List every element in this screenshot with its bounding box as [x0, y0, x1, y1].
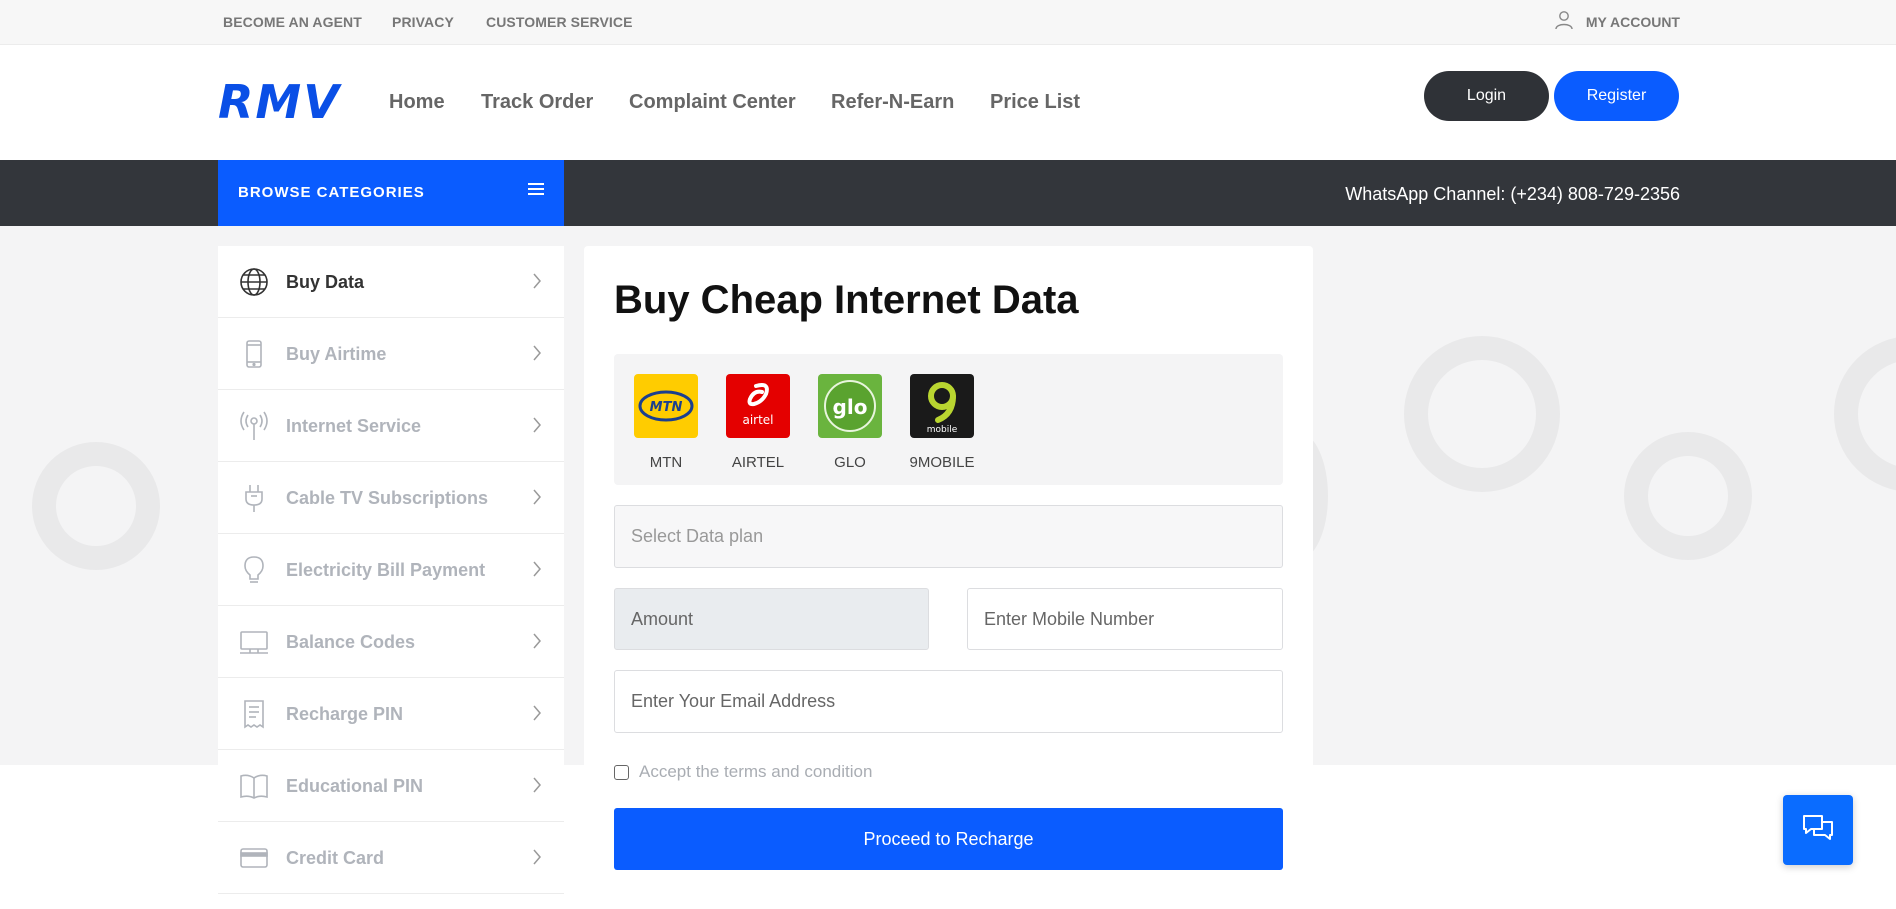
email-field[interactable] — [614, 670, 1283, 733]
top-utility-bar: BECOME AN AGENT PRIVACY CUSTOMER SERVICE… — [0, 0, 1896, 45]
chevron-right-icon — [532, 849, 542, 870]
terms-row: Accept the terms and condition — [614, 762, 872, 782]
glo-logo: glo — [818, 374, 882, 438]
sidebar-item-label: Buy Data — [286, 272, 365, 292]
nav-price-list[interactable]: Price List — [990, 91, 1080, 114]
become-agent-link[interactable]: BECOME AN AGENT — [223, 14, 362, 30]
page-title: Buy Cheap Internet Data — [614, 278, 1079, 322]
sidebar-item-label: Educational PIN — [286, 776, 424, 796]
credit-card-icon — [238, 842, 270, 874]
network-label: MTN — [649, 454, 683, 471]
whatsapp-channel[interactable]: WhatsApp Channel: (+234) 808-729-2356 — [1345, 184, 1680, 205]
chevron-right-icon — [532, 273, 542, 294]
sidebar-item-buy-airtime[interactable]: Buy Airtime — [218, 318, 564, 390]
network-option-mtn[interactable]: MTN MTN — [634, 374, 698, 471]
sidebar-item-buy-data[interactable]: Buy Data — [218, 246, 564, 318]
buy-data-card: Buy Cheap Internet Data MTN MTN airtel A… — [584, 246, 1313, 909]
receipt-icon — [238, 698, 270, 730]
sidebar-item-educational-pin[interactable]: Educational PIN — [218, 750, 564, 822]
nav-complaint-center[interactable]: Complaint Center — [629, 91, 796, 114]
data-plan-select[interactable]: Select Data plan — [614, 505, 1283, 568]
svg-text:glo: glo — [833, 395, 868, 419]
chevron-right-icon — [532, 561, 542, 582]
amount-input[interactable] — [631, 608, 928, 630]
site-logo[interactable]: RMV — [218, 75, 341, 129]
antenna-icon — [238, 410, 270, 442]
sidebar-item-internet-service[interactable]: Internet Service — [218, 390, 564, 462]
globe-icon — [238, 266, 270, 298]
decor-ring — [1404, 336, 1560, 492]
sidebar-item-label: Recharge PIN — [286, 704, 404, 724]
network-selector: MTN MTN airtel AIRTEL glo GLO mobile 9MO… — [614, 354, 1283, 485]
terms-label[interactable]: Accept the terms and condition — [639, 762, 872, 782]
email-input[interactable] — [631, 691, 1282, 712]
svg-text:airtel: airtel — [742, 413, 773, 427]
sidebar-item-electricity[interactable]: Electricity Bill Payment — [218, 534, 564, 606]
chat-widget-button[interactable] — [1783, 795, 1853, 865]
sidebar-item-label: Cable TV Subscriptions — [286, 488, 489, 508]
airtel-logo: airtel — [726, 374, 790, 438]
browse-categories-label: BROWSE CATEGORIES — [238, 184, 425, 201]
site-header: RMV Home Track Order Complaint Center Re… — [0, 45, 1896, 160]
monitor-icon — [238, 626, 270, 658]
network-label: GLO — [834, 454, 866, 471]
mtn-logo: MTN — [634, 374, 698, 438]
terms-checkbox[interactable] — [614, 764, 629, 780]
customer-service-link[interactable]: CUSTOMER SERVICE — [486, 14, 633, 30]
chevron-right-icon — [532, 417, 542, 438]
chevron-right-icon — [532, 345, 542, 366]
svg-text:MTN: MTN — [650, 400, 683, 415]
decor-ring — [1624, 432, 1752, 560]
my-account-link[interactable]: MY ACCOUNT — [1554, 10, 1680, 33]
chat-icon — [1801, 813, 1835, 848]
network-option-airtel[interactable]: airtel AIRTEL — [726, 374, 790, 471]
sidebar-item-label: Buy Airtime — [286, 344, 387, 364]
chevron-right-icon — [532, 705, 542, 726]
proceed-to-recharge-button[interactable]: Proceed to Recharge — [614, 808, 1283, 870]
svg-text:mobile: mobile — [927, 425, 958, 435]
nav-refer-n-earn[interactable]: Refer-N-Earn — [831, 91, 954, 114]
amount-field[interactable] — [614, 588, 929, 650]
bulb-icon — [238, 554, 270, 586]
9mobile-logo: mobile — [910, 374, 974, 438]
browse-categories-button[interactable]: BROWSE CATEGORIES — [218, 160, 564, 226]
network-label: AIRTEL — [731, 454, 785, 471]
chevron-right-icon — [532, 489, 542, 510]
data-plan-placeholder: Select Data plan — [631, 526, 764, 546]
nav-track-order[interactable]: Track Order — [481, 91, 593, 114]
network-label: 9MOBILE — [909, 454, 975, 471]
network-option-9mobile[interactable]: mobile 9MOBILE — [909, 374, 975, 471]
sidebar-item-recharge-pin[interactable]: Recharge PIN — [218, 678, 564, 750]
privacy-link[interactable]: PRIVACY — [392, 14, 454, 30]
chevron-right-icon — [532, 777, 542, 798]
plug-icon — [238, 482, 270, 514]
network-option-glo[interactable]: glo GLO — [818, 374, 882, 471]
sidebar-item-label: Electricity Bill Payment — [286, 560, 486, 580]
sidebar-item-balance-codes[interactable]: Balance Codes — [218, 606, 564, 678]
sidebar-item-label: Balance Codes — [286, 632, 416, 652]
nav-home[interactable]: Home — [389, 91, 445, 114]
sidebar-item-label: Internet Service — [286, 416, 422, 436]
register-button[interactable]: Register — [1554, 71, 1679, 121]
category-sidebar: Buy Data Buy Airtime Internet Service Ca… — [218, 246, 564, 909]
sidebar-item-label: Credit Card — [286, 848, 385, 868]
decor-ring — [32, 442, 160, 570]
book-icon — [238, 770, 270, 802]
mobile-number-input[interactable] — [984, 608, 1282, 630]
login-button[interactable]: Login — [1424, 71, 1549, 121]
sidebar-item-cable-tv[interactable]: Cable TV Subscriptions — [218, 462, 564, 534]
decor-ring — [1834, 336, 1896, 492]
hamburger-icon — [528, 182, 544, 200]
phone-icon — [238, 338, 270, 370]
user-icon — [1554, 10, 1574, 33]
sidebar-item-credit-card[interactable]: Credit Card — [218, 822, 564, 894]
my-account-label: MY ACCOUNT — [1585, 13, 1680, 30]
chevron-right-icon — [532, 633, 542, 654]
mobile-number-field[interactable] — [967, 588, 1283, 650]
